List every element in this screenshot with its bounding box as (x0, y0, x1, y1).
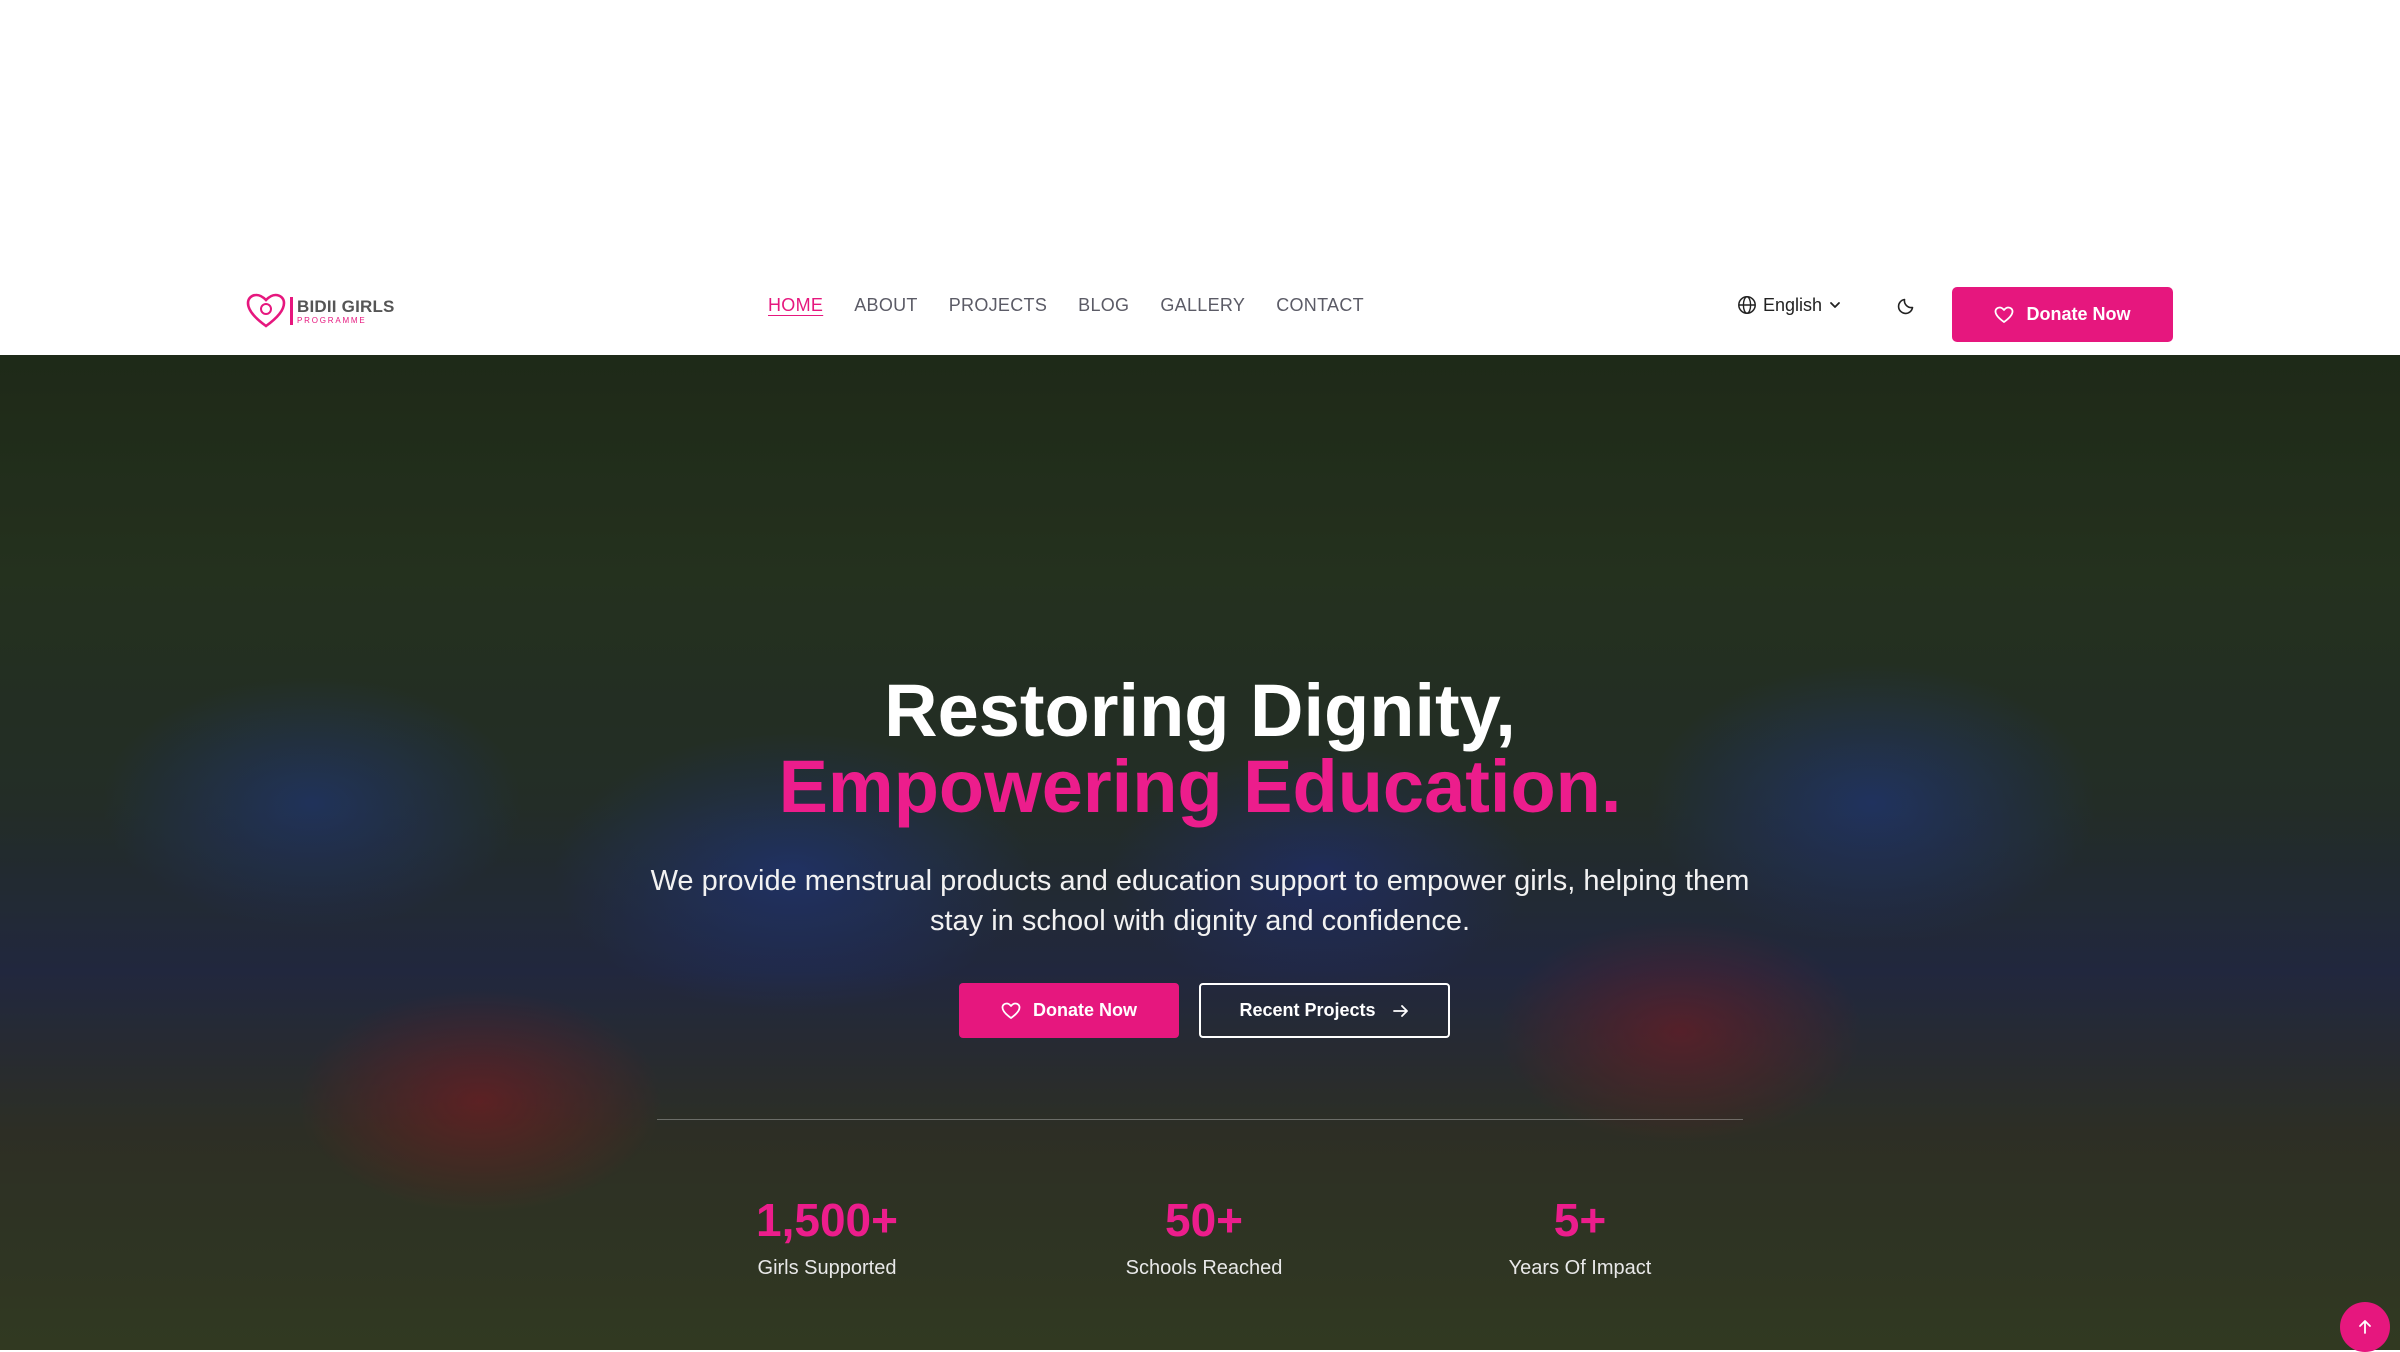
header-donate-label: Donate Now (2026, 304, 2131, 324)
header-donate-button[interactable]: Donate Now (1952, 287, 2173, 342)
nav-link-projects[interactable]: PROJECTS (949, 295, 1047, 316)
scroll-to-top-button[interactable] (2340, 1302, 2390, 1352)
main-nav: HOME ABOUT PROJECTS BLOG GALLERY CONTACT (768, 255, 1364, 355)
hero-content: Restoring Dignity, Empowering Education.… (0, 355, 2400, 1350)
stat-label: Schools Reached (1125, 1257, 1283, 1279)
stat-value: 5+ (1553, 1194, 1607, 1246)
hero-title-line2: Empowering Education. (778, 745, 1622, 828)
stats-row: 1,500+ Girls Supported 50+ Schools Reach… (0, 1195, 2400, 1295)
logo-tagline: PROGRAMME (297, 315, 367, 325)
hero-title: Restoring Dignity, Empowering Education. (0, 673, 2400, 825)
stat-schools-reached: 50+ Schools Reached (1044, 1195, 1364, 1280)
nav-link-blog[interactable]: BLOG (1078, 295, 1129, 316)
stat-label: Girls Supported (757, 1257, 897, 1279)
recent-projects-label: Recent Projects (1239, 1000, 1376, 1020)
moon-icon (1897, 298, 1914, 315)
recent-projects-button[interactable]: Recent Projects (1199, 983, 1450, 1038)
stat-value: 50+ (1164, 1194, 1244, 1246)
theme-toggle[interactable] (1894, 292, 1920, 318)
arrow-up-icon (2359, 1320, 2371, 1334)
arrow-right-icon (1392, 1004, 1408, 1017)
stat-girls-supported: 1,500+ Girls Supported (667, 1195, 987, 1280)
logo-text: BIDII GIRLS PROGRAMME (297, 298, 395, 325)
logo-divider (290, 297, 293, 325)
stat-label: Years Of Impact (1508, 1257, 1652, 1279)
language-selector[interactable]: English (1737, 255, 1842, 355)
hero-section: Restoring Dignity, Empowering Education.… (0, 355, 2400, 1350)
hero-description: We provide menstrual products and educat… (650, 865, 1750, 937)
language-label: English (1763, 294, 1823, 315)
stat-value: 1,500+ (756, 1194, 898, 1246)
site-header: BIDII GIRLS PROGRAMME HOME ABOUT PROJECT… (0, 255, 2400, 355)
heart-icon (1995, 306, 2014, 323)
nav-link-gallery[interactable]: GALLERY (1160, 295, 1245, 316)
logo-title: BIDII GIRLS (297, 296, 395, 316)
stats-divider (657, 1119, 1743, 1120)
hero-donate-button[interactable]: Donate Now (959, 983, 1179, 1038)
logo-heart-icon (246, 293, 286, 328)
chevron-down-icon (1830, 302, 1840, 308)
site-logo[interactable]: BIDII GIRLS PROGRAMME (246, 293, 395, 329)
heart-icon (1001, 1002, 1021, 1019)
nav-link-contact[interactable]: CONTACT (1276, 295, 1364, 316)
hero-title-line1: Restoring Dignity, (884, 669, 1516, 752)
nav-link-about[interactable]: ABOUT (854, 295, 918, 316)
hero-donate-label: Donate Now (1032, 1000, 1137, 1020)
stat-years-of-impact: 5+ Years Of Impact (1420, 1195, 1740, 1280)
globe-icon (1738, 296, 1756, 314)
nav-link-home[interactable]: HOME (768, 295, 823, 316)
